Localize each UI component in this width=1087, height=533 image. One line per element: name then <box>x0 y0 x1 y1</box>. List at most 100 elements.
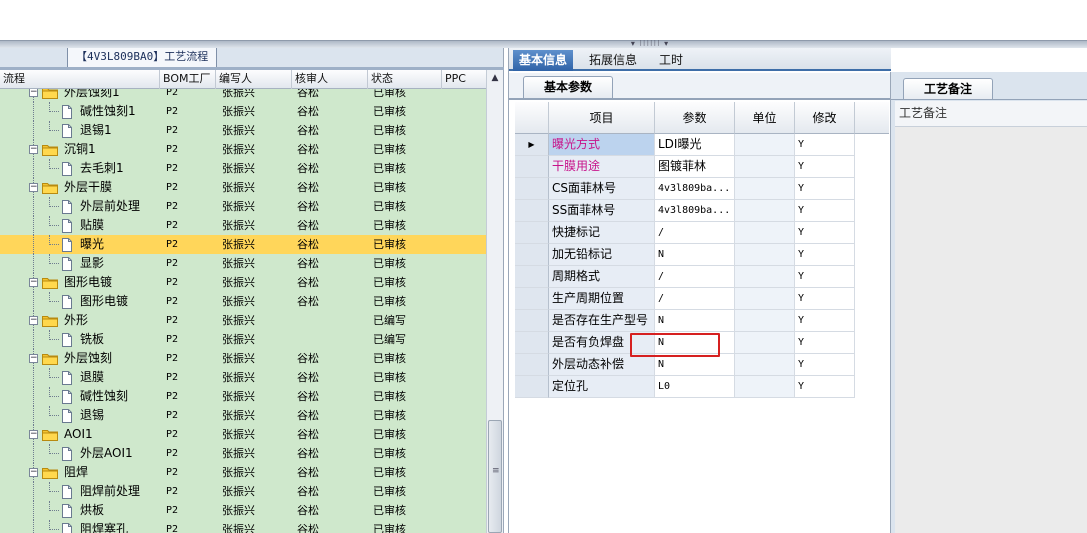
tab-basic-info[interactable]: 基本信息 <box>513 50 574 71</box>
tree-row[interactable]: 退锡1 P2 张振兴 谷松 已审核 <box>0 121 486 140</box>
tree-row[interactable]: 铣板 P2 张振兴 已编写 <box>0 330 486 349</box>
tab-extended-info[interactable]: 拓展信息 <box>583 50 643 71</box>
tree-row[interactable]: 显影 P2 张振兴 谷松 已审核 <box>0 254 486 273</box>
param-value[interactable]: 4v3l809ba... <box>655 178 735 200</box>
tree-row-bom: P2 <box>166 372 179 383</box>
flow-tab[interactable]: 【4V3L809BA0】工艺流程 <box>67 48 218 68</box>
tree-row[interactable]: 退膜 P2 张振兴 谷松 已审核 <box>0 368 486 387</box>
tree-row[interactable]: − 阻焊 P2 张振兴 谷松 已审核 <box>0 463 486 482</box>
col-header-modify[interactable]: 修改 <box>795 102 855 134</box>
scroll-up-arrow-icon[interactable]: ▲ <box>487 70 503 86</box>
tree-line <box>49 206 59 207</box>
param-row[interactable]: 加无铅标记 N Y <box>515 244 889 266</box>
col-header-param[interactable]: 参数 <box>655 102 735 134</box>
subtab-divider <box>509 98 891 100</box>
param-value[interactable]: LDI曝光 <box>655 134 735 156</box>
tree-row[interactable]: − 外层蚀刻1 P2 张振兴 谷松 已审核 <box>0 89 486 102</box>
param-row[interactable]: 干膜用途 图镀菲林 Y <box>515 156 889 178</box>
collapse-toggle-icon[interactable]: − <box>29 183 38 192</box>
tree-row[interactable]: 退锡 P2 张振兴 谷松 已审核 <box>0 406 486 425</box>
tree-row[interactable]: 曝光 P2 张振兴 谷松 已审核 <box>0 235 486 254</box>
tree-row-bom: P2 <box>166 391 179 402</box>
param-value[interactable]: / <box>655 266 735 288</box>
tree-row-name: 退锡1 <box>80 123 112 137</box>
tree-row-name: 外层AOI1 <box>80 446 133 460</box>
collapse-toggle-icon[interactable]: − <box>29 145 38 154</box>
tree-row-status: 已审核 <box>373 162 406 175</box>
col-header-unit[interactable]: 单位 <box>735 102 795 134</box>
splitter-grip[interactable]: ▾ ⁝⁝⁝⁝⁝⁝ ▾ <box>620 40 680 48</box>
grid-corner[interactable] <box>515 102 549 134</box>
param-value[interactable]: L0 <box>655 376 735 398</box>
tree-row[interactable]: 碱性蚀刻 P2 张振兴 谷松 已审核 <box>0 387 486 406</box>
collapse-toggle-icon[interactable]: − <box>29 430 38 439</box>
folder-icon <box>42 181 58 194</box>
document-icon <box>60 504 74 518</box>
param-row[interactable]: SS面菲林号 4v3l809ba... Y <box>515 200 889 222</box>
col-header-bom[interactable]: BOM工厂 <box>160 70 216 89</box>
param-value[interactable]: 4v3l809ba... <box>655 200 735 222</box>
tree-row[interactable]: 烘板 P2 张振兴 谷松 已审核 <box>0 501 486 520</box>
tree-row[interactable]: − 沉铜1 P2 张振兴 谷松 已审核 <box>0 140 486 159</box>
tree-row-name: 阻焊 <box>64 465 89 479</box>
param-row[interactable]: 定位孔 L0 Y <box>515 376 889 398</box>
tree-row[interactable]: − 外层蚀刻 P2 张振兴 谷松 已审核 <box>0 349 486 368</box>
tree-line <box>49 225 59 226</box>
tree-row[interactable]: 去毛刺1 P2 张振兴 谷松 已审核 <box>0 159 486 178</box>
tree-line <box>33 406 34 425</box>
tree-line <box>49 339 59 340</box>
tree-row-name: 烘板 <box>80 503 105 517</box>
col-header-ppc[interactable]: PPC <box>442 70 486 89</box>
param-value[interactable]: / <box>655 222 735 244</box>
col-header-reviewer[interactable]: 核审人 <box>292 70 368 89</box>
col-header-writer[interactable]: 编写人 <box>216 70 292 89</box>
collapse-toggle-icon[interactable]: − <box>29 316 38 325</box>
collapse-toggle-icon[interactable]: − <box>29 89 38 97</box>
tab-work-hours[interactable]: 工时 <box>653 50 689 71</box>
param-modify: Y <box>795 200 855 222</box>
tree-row[interactable]: − 外层干膜 P2 张振兴 谷松 已审核 <box>0 178 486 197</box>
tree-row-reviewer: 谷松 <box>297 390 319 403</box>
tree-row[interactable]: 碱性蚀刻1 P2 张振兴 谷松 已审核 <box>0 102 486 121</box>
param-row[interactable]: CS面菲林号 4v3l809ba... Y <box>515 178 889 200</box>
row-indicator <box>515 266 549 288</box>
param-row[interactable]: 快捷标记 / Y <box>515 222 889 244</box>
param-row[interactable]: ▶ 曝光方式 LDI曝光 Y <box>515 134 889 156</box>
col-header-flow[interactable]: 流程 <box>0 70 160 89</box>
param-row[interactable]: 是否存在生产型号 N Y <box>515 310 889 332</box>
param-value[interactable]: 图镀菲林 <box>655 156 735 178</box>
tree-row[interactable]: − AOI1 P2 张振兴 谷松 已审核 <box>0 425 486 444</box>
param-row[interactable]: 生产周期位置 / Y <box>515 288 889 310</box>
tree-row-reviewer: 谷松 <box>297 257 319 270</box>
param-row[interactable]: 周期格式 / Y <box>515 266 889 288</box>
param-unit <box>735 200 795 222</box>
tree-row[interactable]: 阻焊前处理 P2 张振兴 谷松 已审核 <box>0 482 486 501</box>
col-header-item[interactable]: 项目 <box>549 102 655 134</box>
tree-scrollbar[interactable]: ▲ ≡ <box>486 70 503 533</box>
tree-row[interactable]: 外层AOI1 P2 张振兴 谷松 已审核 <box>0 444 486 463</box>
collapse-toggle-icon[interactable]: − <box>29 278 38 287</box>
param-value[interactable]: N <box>655 354 735 376</box>
tree-row[interactable]: 阻焊塞孔 P2 张振兴 谷松 已审核 <box>0 520 486 533</box>
col-header-status[interactable]: 状态 <box>368 70 442 89</box>
tree-row-status: 已审核 <box>373 504 406 517</box>
param-value[interactable]: N <box>655 310 735 332</box>
param-row[interactable]: 外层动态补偿 N Y <box>515 354 889 376</box>
tree-row[interactable]: − 外形 P2 张振兴 已编写 <box>0 311 486 330</box>
tab-process-remarks[interactable]: 工艺备注 <box>903 78 993 100</box>
tree-row[interactable]: 外层前处理 P2 张振兴 谷松 已审核 <box>0 197 486 216</box>
tree-row-writer: 张振兴 <box>222 504 255 517</box>
tree-row-name: 外层干膜 <box>64 180 113 194</box>
tree-row[interactable]: 贴膜 P2 张振兴 谷松 已审核 <box>0 216 486 235</box>
tree-row[interactable]: − 图形电镀 P2 张振兴 谷松 已审核 <box>0 273 486 292</box>
collapse-toggle-icon[interactable]: − <box>29 468 38 477</box>
top-splitter-bar[interactable] <box>0 40 1087 48</box>
collapse-toggle-icon[interactable]: − <box>29 354 38 363</box>
param-value[interactable]: N <box>655 244 735 266</box>
remarks-textarea[interactable] <box>895 127 1087 533</box>
tree-row[interactable]: 图形电镀 P2 张振兴 谷松 已审核 <box>0 292 486 311</box>
scroll-thumb[interactable]: ≡ <box>488 420 502 533</box>
param-value[interactable]: / <box>655 288 735 310</box>
subtab-basic-params[interactable]: 基本参数 <box>523 76 613 98</box>
tree-line <box>49 491 59 492</box>
